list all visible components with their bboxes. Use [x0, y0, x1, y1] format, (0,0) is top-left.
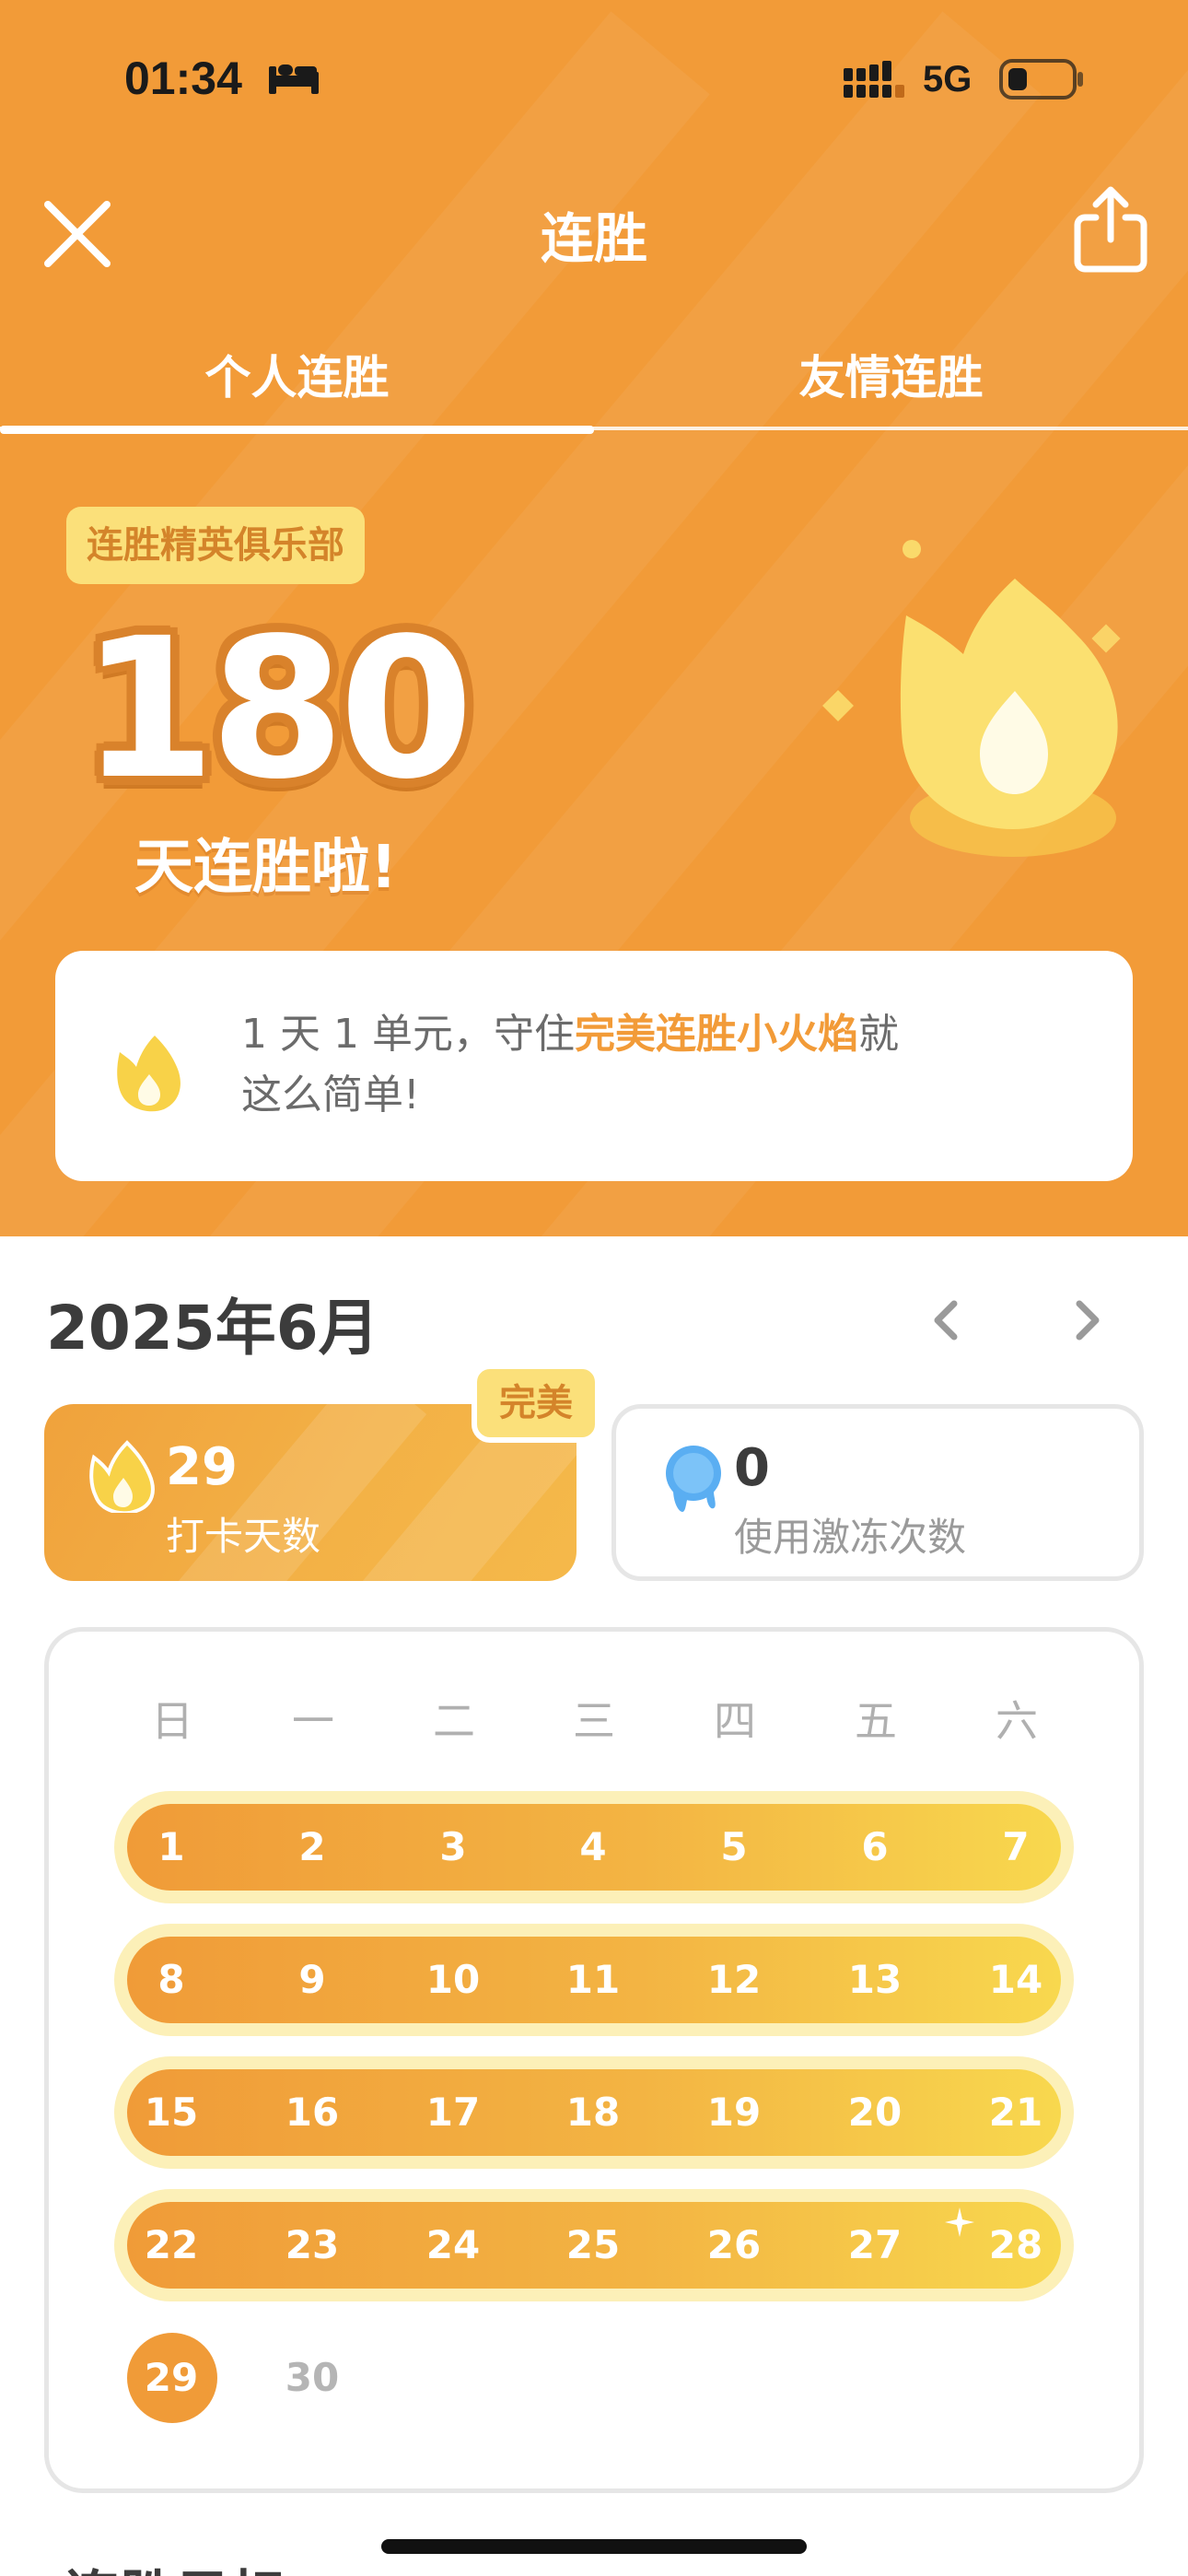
status-bar: 01:34 5G: [0, 0, 1188, 157]
freeze-icon: [666, 1446, 721, 1512]
small-flame-icon: [117, 1036, 181, 1112]
calendar-day[interactable]: 21: [970, 2090, 1062, 2135]
month-title: 2025年6月: [46, 1293, 379, 1364]
weekday-wed: 三: [573, 1696, 615, 1746]
calendar-day[interactable]: 26: [688, 2222, 780, 2267]
calendar-day-today[interactable]: 29: [125, 2355, 217, 2400]
sparkle-icon: [945, 2207, 974, 2237]
calendar-day[interactable]: 11: [547, 1957, 639, 2002]
streak-caption: 天连胜啦!: [134, 834, 398, 902]
battery-icon: [999, 59, 1083, 100]
weekday-mon: 一: [292, 1696, 334, 1746]
perfect-badge: 完美: [472, 1364, 600, 1443]
calendar-day[interactable]: 1: [125, 1824, 217, 1869]
calendar-day[interactable]: 9: [266, 1957, 358, 2002]
calendar-day[interactable]: 6: [829, 1824, 921, 1869]
flame-badge-icon: [89, 1440, 155, 1513]
tip-text: 1 天 1 单元，守住完美连胜小火焰就 这么简单!: [241, 1004, 1070, 1126]
tip-card: 1 天 1 单元，守住完美连胜小火焰就 这么简单!: [55, 951, 1133, 1181]
checkin-days-value: 29: [166, 1437, 238, 1497]
calendar-day[interactable]: 25: [547, 2222, 639, 2267]
calendar-day[interactable]: 10: [407, 1957, 499, 2002]
home-indicator[interactable]: [381, 2539, 807, 2554]
freeze-count-value: 0: [734, 1438, 770, 1498]
weekday-sat: 六: [996, 1696, 1038, 1746]
chevron-right-icon[interactable]: [1061, 1294, 1112, 1346]
calendar-day[interactable]: 24: [407, 2222, 499, 2267]
calendar-day[interactable]: 12: [688, 1957, 780, 2002]
checkin-days-label: 打卡天数: [166, 1514, 321, 1559]
calendar-day[interactable]: 28: [970, 2222, 1062, 2267]
calendar-day[interactable]: 20: [829, 2090, 921, 2135]
weekday-fri: 五: [855, 1696, 897, 1746]
calendar-day[interactable]: 27: [829, 2222, 921, 2267]
tip-line2: 这么简单!: [241, 1071, 420, 1118]
sleep-focus-icon: [269, 64, 319, 94]
calendar-day[interactable]: 8: [125, 1957, 217, 2002]
signal-icon: [844, 61, 904, 98]
network-label: 5G: [923, 59, 973, 100]
streak-goal-heading: 连胜目标: [64, 2552, 285, 2576]
calendar-day[interactable]: 17: [407, 2090, 499, 2135]
weekday-sun: 日: [151, 1696, 193, 1746]
calendar-day[interactable]: 23: [266, 2222, 358, 2267]
weekday-tue: 二: [433, 1696, 475, 1746]
calendar-day[interactable]: 30: [266, 2355, 358, 2400]
tab-friend-streak[interactable]: 友情连胜: [594, 341, 1188, 407]
calendar-day[interactable]: 4: [547, 1824, 639, 1869]
calendar-day[interactable]: 16: [266, 2090, 358, 2135]
club-badge[interactable]: 连胜精英俱乐部: [66, 507, 365, 584]
calendar-day[interactable]: 13: [829, 1957, 921, 2002]
calendar-day[interactable]: 22: [125, 2222, 217, 2267]
page-title: 连胜: [540, 207, 647, 270]
calendar-day[interactable]: 7: [970, 1824, 1062, 1869]
streak-screen: 01:34 5G 连胜 个人连胜 友情连胜 连胜精英俱乐部 180 天连胜啦! …: [0, 0, 1188, 2576]
freeze-count-label: 使用激冻次数: [734, 1515, 967, 1560]
flame-icon: [822, 540, 1121, 857]
streak-count: 180: [81, 596, 473, 822]
calendar-day[interactable]: 19: [688, 2090, 780, 2135]
chevron-left-icon[interactable]: [921, 1294, 973, 1346]
tip-suffix: 就: [857, 1011, 899, 1058]
calendar-day[interactable]: 14: [970, 1957, 1062, 2002]
calendar-day[interactable]: 2: [266, 1824, 358, 1869]
tab-personal-streak[interactable]: 个人连胜: [0, 341, 594, 407]
tip-prefix: 1 天 1 单元，守住: [241, 1011, 575, 1058]
tip-highlight: 完美连胜小火焰: [574, 1011, 858, 1058]
share-icon[interactable]: [1072, 184, 1149, 273]
weekday-thu: 四: [714, 1696, 756, 1746]
calendar-day[interactable]: 5: [688, 1824, 780, 1869]
tab-active-indicator: [0, 426, 594, 434]
status-time: 01:34: [124, 53, 242, 104]
freeze-count-card[interactable]: 0 使用激冻次数: [611, 1404, 1144, 1581]
calendar-day[interactable]: 3: [407, 1824, 499, 1869]
calendar-day[interactable]: 18: [547, 2090, 639, 2135]
calendar-day[interactable]: 15: [125, 2090, 217, 2135]
